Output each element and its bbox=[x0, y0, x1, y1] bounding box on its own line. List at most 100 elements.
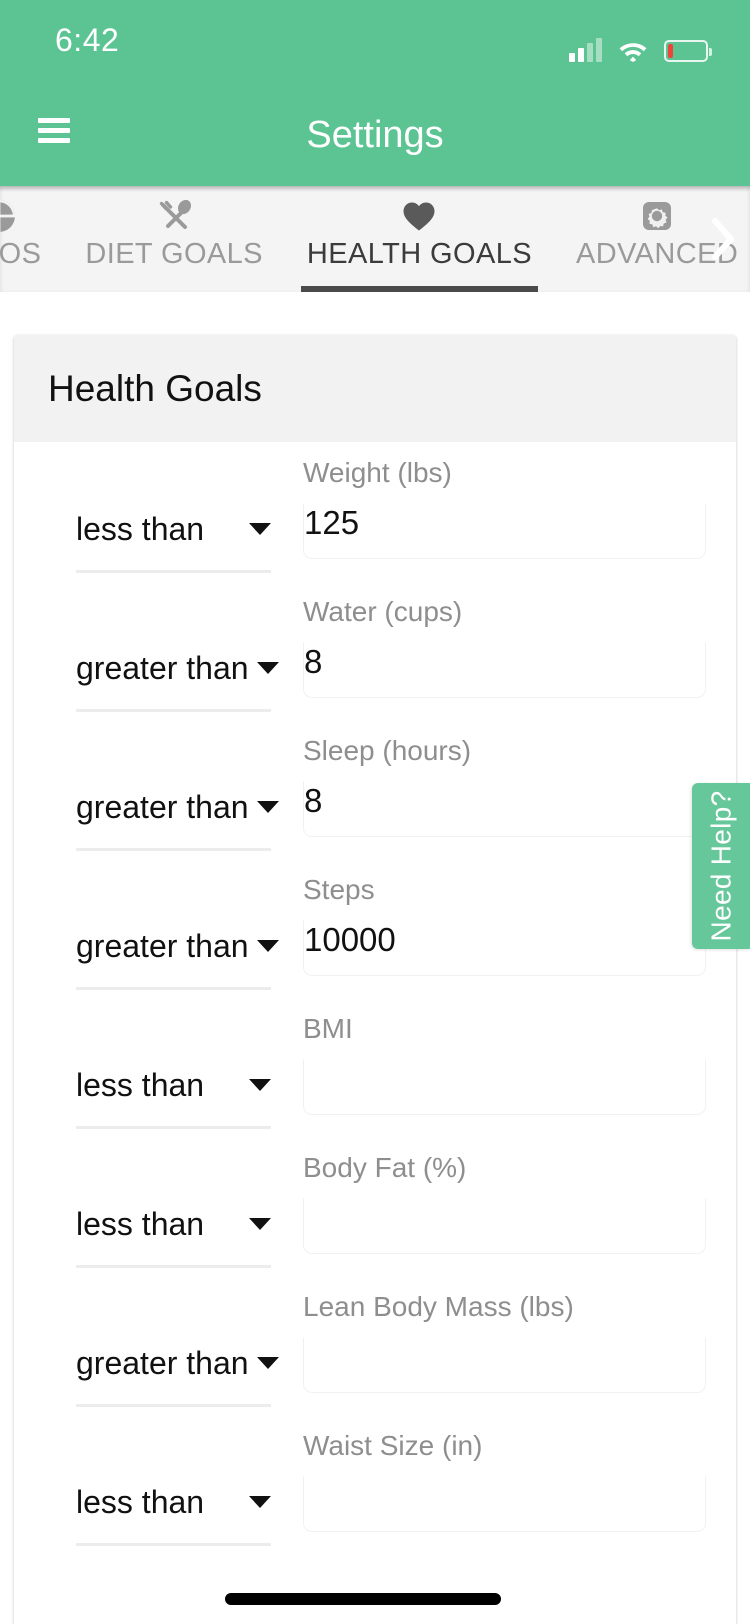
field-value: 8 bbox=[304, 782, 323, 819]
goal-row: less than BMI bbox=[14, 998, 736, 1137]
tab-indicator bbox=[570, 286, 744, 292]
status-bar: 6:42 bbox=[0, 0, 750, 88]
goal-row: greater than Lean Body Mass (lbs) bbox=[14, 1276, 736, 1415]
goal-field-body-fat[interactable]: Body Fat (%) bbox=[303, 1152, 706, 1276]
comparator-value: greater than bbox=[76, 927, 249, 964]
goal-field-lean-body-mass[interactable]: Lean Body Mass (lbs) bbox=[303, 1291, 706, 1415]
chevron-down-icon bbox=[249, 1218, 271, 1230]
comparator-value: greater than bbox=[76, 788, 249, 825]
tab-indicator bbox=[79, 286, 269, 292]
field-label: Lean Body Mass (lbs) bbox=[303, 1291, 574, 1322]
field-label: Waist Size (in) bbox=[303, 1430, 483, 1461]
field-value: 8 bbox=[304, 643, 323, 680]
goal-field-sleep[interactable]: Sleep (hours) 8 bbox=[303, 735, 706, 859]
gear-icon bbox=[637, 196, 677, 236]
health-goals-card: Health Goals less than Weight (lbs) 125 … bbox=[14, 335, 736, 1624]
goal-row: less than Waist Size (in) bbox=[14, 1415, 736, 1554]
tab-diet-goals[interactable]: DIET GOALS bbox=[63, 186, 285, 292]
goal-field-steps[interactable]: Steps 10000 bbox=[303, 874, 706, 998]
content-scroll-area[interactable]: Health Goals less than Weight (lbs) 125 … bbox=[0, 292, 750, 1624]
field-input-box[interactable]: 8 bbox=[303, 642, 706, 698]
chevron-down-icon bbox=[249, 1079, 271, 1091]
field-input-box[interactable] bbox=[303, 1059, 706, 1115]
tab-health-goals[interactable]: HEALTH GOALS bbox=[285, 186, 554, 292]
status-bar-icons bbox=[569, 28, 712, 62]
tab-macros[interactable]: CROS bbox=[0, 186, 63, 292]
field-input-box[interactable] bbox=[303, 1337, 706, 1393]
select-underline bbox=[76, 848, 271, 851]
page-title: Settings bbox=[306, 114, 444, 156]
battery-low-icon bbox=[664, 40, 712, 62]
field-input-box[interactable] bbox=[303, 1476, 706, 1532]
select-underline bbox=[76, 570, 271, 573]
comparator-select-waist-size[interactable]: less than bbox=[76, 1478, 271, 1554]
fork-and-spoon-icon bbox=[154, 196, 194, 236]
comparator-value: less than bbox=[76, 510, 205, 547]
field-label: Steps bbox=[303, 874, 375, 905]
field-label: Sleep (hours) bbox=[303, 735, 472, 766]
goal-field-weight[interactable]: Weight (lbs) 125 bbox=[303, 457, 706, 581]
tab-label: DIET GOALS bbox=[85, 238, 263, 270]
app-bar: Settings bbox=[0, 88, 750, 186]
select-underline bbox=[76, 1404, 271, 1407]
goal-list: less than Weight (lbs) 125 greater than … bbox=[14, 442, 736, 1554]
home-indicator-bar[interactable] bbox=[225, 1593, 501, 1605]
select-underline bbox=[76, 987, 271, 990]
cellular-signal-icon bbox=[569, 38, 602, 62]
chevron-down-icon bbox=[256, 1357, 279, 1369]
tab-bar[interactable]: CROS bbox=[0, 186, 750, 292]
comparator-value: greater than bbox=[76, 1344, 249, 1381]
field-input-box[interactable] bbox=[303, 1198, 706, 1254]
comparator-select-lean-body-mass[interactable]: greater than bbox=[76, 1339, 279, 1415]
comparator-select-weight[interactable]: less than bbox=[76, 505, 271, 581]
card-title: Health Goals bbox=[48, 367, 262, 409]
chevron-down-icon bbox=[256, 801, 279, 813]
pie-chart-icon bbox=[0, 196, 19, 236]
goal-row: less than Weight (lbs) 125 bbox=[14, 442, 736, 581]
comparator-value: less than bbox=[76, 1066, 205, 1103]
goal-field-waist-size[interactable]: Waist Size (in) bbox=[303, 1430, 706, 1554]
field-input-box[interactable]: 8 bbox=[303, 781, 706, 837]
chevron-down-icon bbox=[249, 1496, 271, 1508]
comparator-select-bmi[interactable]: less than bbox=[76, 1061, 271, 1137]
tab-indicator bbox=[300, 286, 538, 292]
chevron-down-icon bbox=[256, 662, 279, 674]
status-bar-time: 6:42 bbox=[55, 22, 120, 58]
app-screen: 6:42 Settings OS DIET GOALS HEALTH GOALS… bbox=[0, 0, 750, 1624]
need-help-tab[interactable]: Need Help? bbox=[692, 783, 750, 949]
tab-label: HEALTH GOALS bbox=[306, 238, 532, 270]
tab-label: CROS bbox=[0, 238, 42, 270]
goal-row: greater than Water (cups) 8 bbox=[14, 581, 736, 720]
chevron-down-icon bbox=[249, 523, 271, 535]
card-header: Health Goals bbox=[14, 335, 736, 442]
field-label: Water (cups) bbox=[303, 596, 463, 627]
select-underline bbox=[76, 1265, 271, 1268]
goal-field-water[interactable]: Water (cups) 8 bbox=[303, 596, 706, 720]
goal-row: greater than Steps 10000 bbox=[14, 859, 736, 998]
wifi-icon bbox=[618, 38, 648, 62]
need-help-label: Need Help? bbox=[705, 790, 736, 942]
goal-row: greater than Sleep (hours) 8 bbox=[14, 720, 736, 859]
comparator-select-steps[interactable]: greater than bbox=[76, 922, 279, 998]
comparator-select-water[interactable]: greater than bbox=[76, 644, 279, 720]
comparator-value: greater than bbox=[76, 649, 249, 686]
select-underline bbox=[76, 1543, 271, 1546]
chevron-down-icon bbox=[256, 940, 279, 952]
heart-icon bbox=[399, 196, 439, 236]
comparator-value: less than bbox=[76, 1205, 205, 1242]
field-input-box[interactable]: 125 bbox=[303, 503, 706, 559]
comparator-select-sleep[interactable]: greater than bbox=[76, 783, 279, 859]
field-label: Body Fat (%) bbox=[303, 1152, 467, 1183]
field-value: 10000 bbox=[304, 921, 396, 958]
select-underline bbox=[76, 1126, 271, 1129]
field-label: BMI bbox=[303, 1013, 353, 1044]
field-label: Weight (lbs) bbox=[303, 457, 452, 488]
field-input-box[interactable]: 10000 bbox=[303, 920, 706, 976]
chevron-right-icon[interactable] bbox=[700, 212, 744, 266]
field-value: 125 bbox=[304, 504, 360, 541]
comparator-select-body-fat[interactable]: less than bbox=[76, 1200, 271, 1276]
goal-field-bmi[interactable]: BMI bbox=[303, 1013, 706, 1137]
tab-indicator bbox=[0, 286, 47, 292]
select-underline bbox=[76, 709, 271, 712]
comparator-value: less than bbox=[76, 1483, 205, 1520]
